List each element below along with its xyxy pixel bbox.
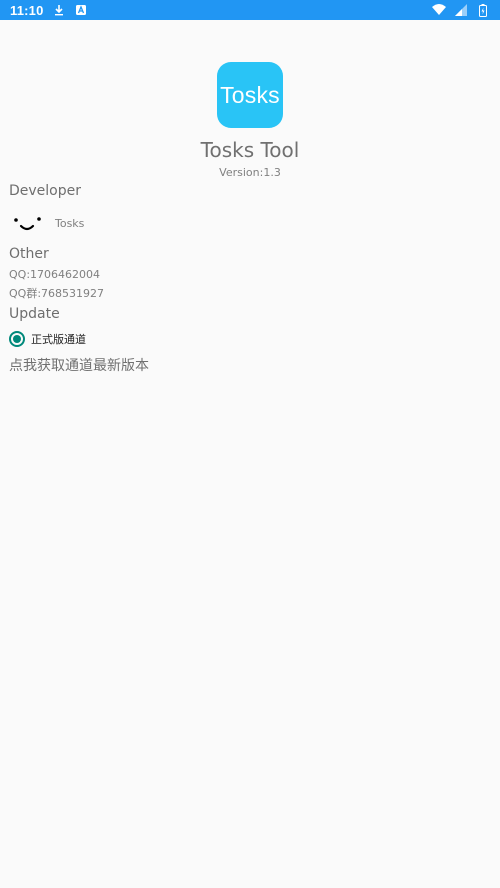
developer-row[interactable]: Tosks (9, 212, 84, 234)
notification-a-icon (74, 3, 88, 17)
update-section-title: Update (9, 306, 60, 322)
other-section-title: Other (9, 246, 49, 262)
status-bar: 11:10 (0, 0, 500, 20)
battery-icon (476, 3, 490, 17)
app-icon: Tosks (217, 62, 283, 128)
release-channel-radio[interactable]: 正式版通道 (9, 331, 86, 347)
smiley-icon (9, 212, 45, 234)
app-icon-text: Tosks (220, 81, 280, 108)
app-version: Version:1.3 (219, 166, 281, 179)
release-channel-label[interactable]: 正式版通道 (31, 331, 86, 347)
status-right-group (432, 3, 490, 17)
developer-name: Tosks (55, 216, 85, 230)
fetch-latest-version-link[interactable]: 点我获取通道最新版本 (9, 355, 149, 375)
wifi-icon (432, 3, 446, 17)
qq-group-number[interactable]: QQ群:768531927 (9, 285, 104, 301)
radio-checked-icon[interactable] (9, 331, 25, 347)
app-name: Tosks Tool (200, 138, 300, 162)
qq-number[interactable]: QQ:1706462004 (9, 268, 100, 281)
status-time: 11:10 (10, 2, 44, 18)
signal-icon (454, 3, 468, 17)
download-icon (52, 3, 66, 17)
status-left-group: 11:10 (10, 3, 88, 18)
radio-dot (13, 335, 21, 343)
developer-section-title: Developer (9, 183, 82, 199)
